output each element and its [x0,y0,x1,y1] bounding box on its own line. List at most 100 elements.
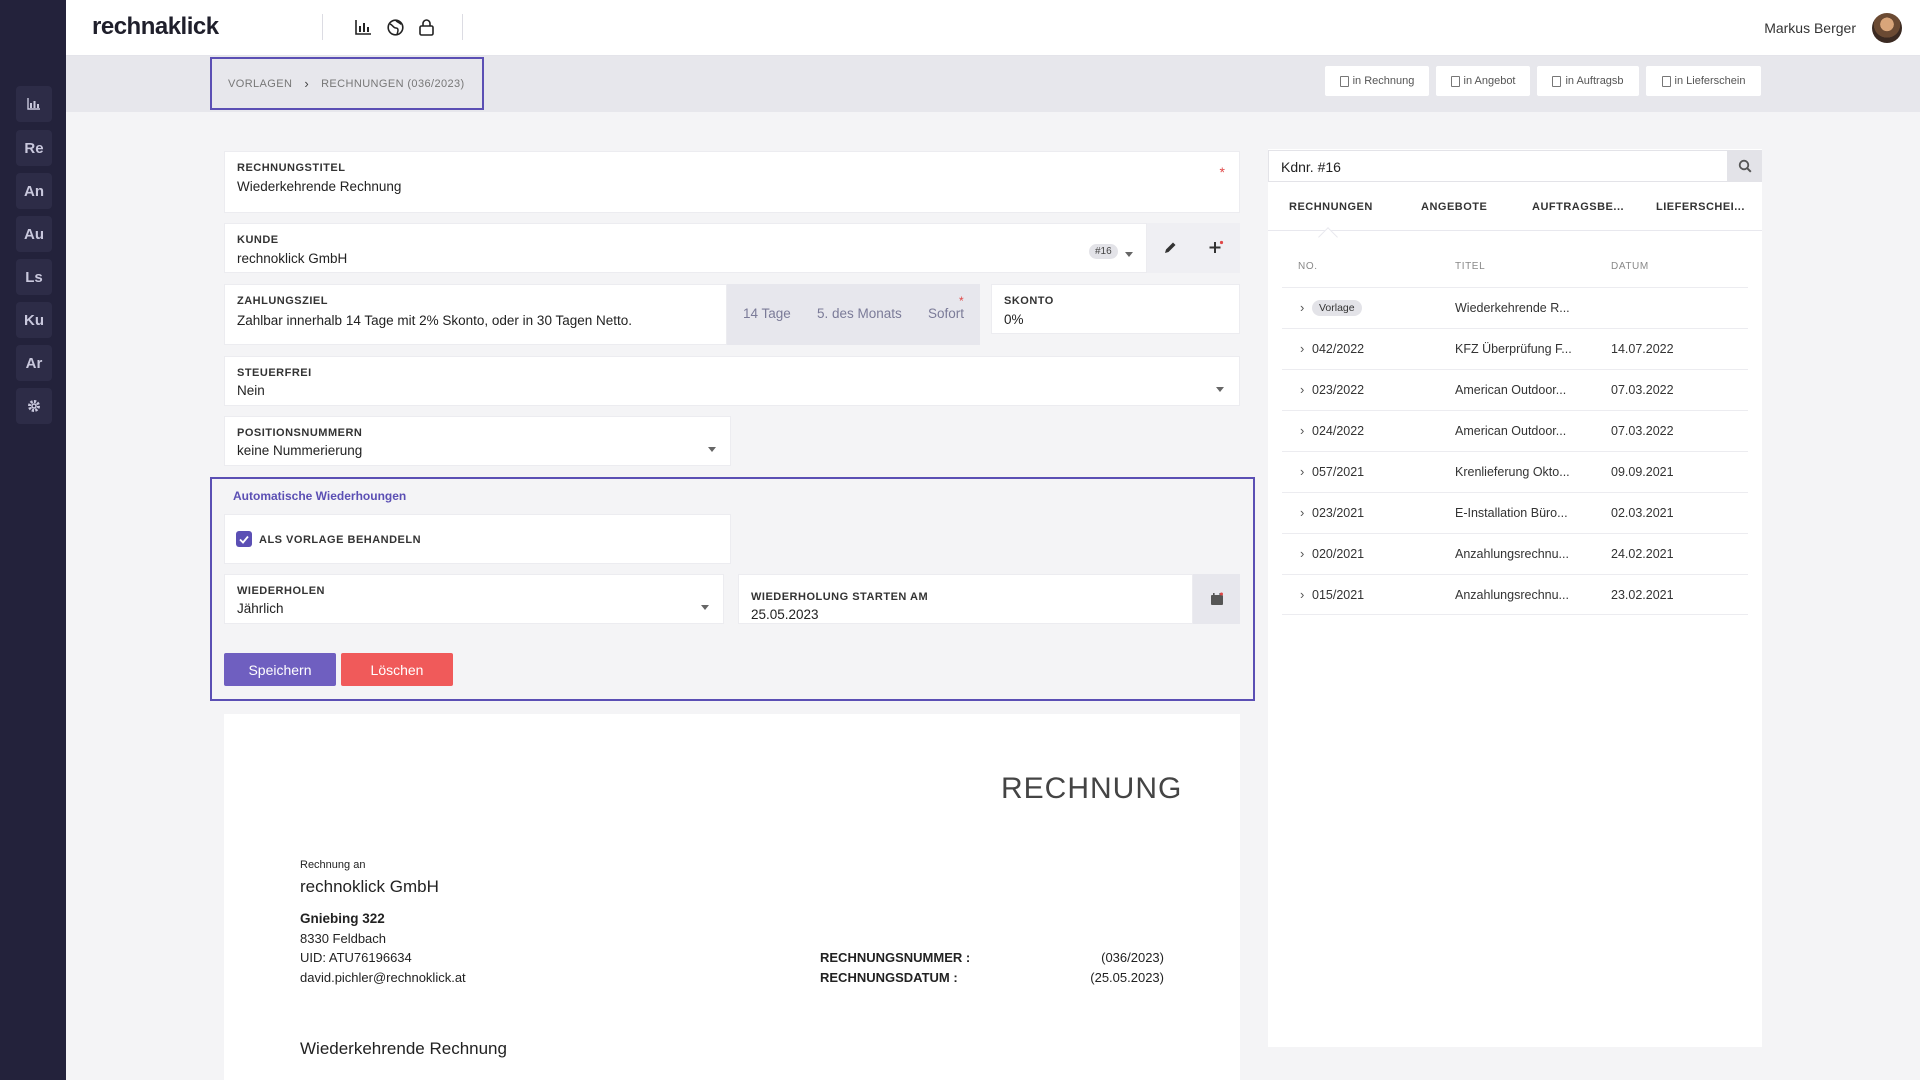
sidebar-item-lieferscheine[interactable]: Ls [16,259,52,295]
template-checkbox[interactable] [236,531,252,547]
position-numbers-select[interactable]: POSITIONSNUMMERN keine Nummerierung [224,416,731,466]
template-checkbox-label[interactable]: ALS VORLAGE BEHANDELN [259,534,421,546]
edit-customer-button[interactable] [1147,223,1192,273]
tab-lieferscheine[interactable]: LIEFERSCHEI... [1656,201,1745,213]
invoice-heading: RECHNUNG [1001,772,1183,805]
chevron-down-icon[interactable] [1125,252,1133,257]
row-number: 023/2022 [1312,383,1365,397]
convert-to-lieferschein-button[interactable]: in Lieferschein [1646,66,1761,96]
lock-icon[interactable] [415,16,437,38]
avatar[interactable] [1872,13,1902,43]
button-label: in Auftragsb [1565,75,1624,87]
invoice-document-title: Wiederkehrende Rechnung [300,1039,507,1058]
table-row[interactable]: › Vorlage Wiederkehrende R... [1282,287,1748,328]
invoice-title-input[interactable]: Wiederkehrende Rechnung [237,179,401,194]
payment-terms-input[interactable]: Zahlbar innerhalb 14 Tage mit 2% Skonto,… [237,313,632,328]
table-row[interactable]: › 015/2021 Anzahlungsrechnu... 23.02.202… [1282,574,1748,615]
convert-to-rechnung-button[interactable]: in Rechnung [1325,66,1429,96]
search-button[interactable] [1728,150,1762,182]
divider [322,14,323,40]
app-logo[interactable]: rechnaklick [92,13,219,41]
add-customer-button[interactable] [1192,223,1240,273]
button-label: in Lieferschein [1674,75,1746,87]
field-label: KUNDE [237,234,279,246]
row-title: Anzahlungsrechnu... [1455,547,1569,561]
row-number: 024/2022 [1312,424,1365,438]
sidebar-item-kunden[interactable]: Ku [16,302,52,338]
tabs-divider [1268,230,1762,231]
field-label: POSITIONSNUMMERN [237,427,363,439]
repeat-interval-select[interactable]: WIEDERHOLEN Jährlich [224,574,724,624]
globe-icon[interactable] [384,16,406,38]
recipient-company: rechnoklick GmbH [300,877,439,896]
field-label: RECHNUNGSTITEL [237,162,346,174]
customer-search-input[interactable]: Kdnr. #16 [1268,150,1728,182]
invoice-preview: RECHNUNG Rechnung an rechnoklick GmbH Gn… [224,714,1240,1080]
chevron-right-icon[interactable]: › [1300,341,1304,356]
chevron-right-icon[interactable]: › [1300,587,1304,602]
convert-to-auftrag-button[interactable]: in Auftragsb [1537,66,1639,96]
user-name[interactable]: Markus Berger [1764,20,1856,36]
customer-field[interactable]: KUNDE rechnoklick GmbH #16 [224,223,1147,273]
recipient-city: 8330 Feldbach [300,931,387,946]
start-date-input[interactable]: 25.05.2023 [751,607,819,622]
row-title: Wiederkehrende R... [1455,301,1570,315]
convert-to-angebot-button[interactable]: in Angebot [1436,66,1530,96]
chevron-right-icon[interactable]: › [1300,546,1304,561]
delete-button[interactable]: Löschen [341,653,453,686]
chevron-right-icon[interactable]: › [1300,423,1304,438]
tab-auftragsbestaetigungen[interactable]: AUFTRAGSBE... [1532,201,1624,213]
tab-angebote[interactable]: ANGEBOTE [1421,201,1487,213]
customer-value[interactable]: rechnoklick GmbH [237,251,347,266]
chevron-right-icon[interactable]: › [1300,505,1304,520]
sidebar-item-artikel[interactable]: Ar [16,345,52,381]
table-row[interactable]: › 042/2022 KFZ Überprüfung F... 14.07.20… [1282,328,1748,369]
preset-sofort[interactable]: Sofort [928,306,964,321]
field-label: WIEDERHOLEN [237,585,325,597]
template-badge: Vorlage [1312,300,1362,316]
recipient-email: david.pichler@rechnoklick.at [300,970,466,985]
sidebar-item-statistics[interactable] [16,86,52,122]
table-row[interactable]: › 020/2021 Anzahlungsrechnu... 24.02.202… [1282,533,1748,574]
chevron-down-icon [1216,387,1224,392]
row-number: 057/2021 [1312,465,1365,479]
statistics-icon[interactable] [352,16,374,38]
tab-rechnungen[interactable]: RECHNUNGEN [1289,201,1373,213]
invoice-number-value: (036/2023) [1101,950,1164,965]
sidebar-item-auftraege[interactable]: Au [16,216,52,252]
chevron-right-icon[interactable]: › [1300,300,1304,315]
tax-free-value: Nein [237,383,265,398]
chevron-right-icon[interactable]: › [1300,464,1304,479]
breadcrumb: VORLAGEN › RECHNUNGEN (036/2023) [210,57,484,110]
discount-input[interactable]: 0% [1004,312,1024,327]
document-icon [1661,75,1671,87]
row-date: 14.07.2022 [1611,342,1674,356]
column-header-titel: TITEL [1455,261,1486,272]
discount-field[interactable]: SKONTO 0% [991,284,1240,334]
invoice-number-label: RECHNUNGSNUMMER : [820,950,971,965]
sidebar-item-settings[interactable] [16,388,52,424]
save-button[interactable]: Speichern [224,653,336,686]
payment-terms-field[interactable]: ZAHLUNGSZIEL Zahlbar innerhalb 14 Tage m… [224,284,727,345]
row-title: American Outdoor... [1455,424,1567,438]
start-date-field[interactable]: WIEDERHOLUNG STARTEN AM 25.05.2023 [738,574,1193,624]
chevron-right-icon[interactable]: › [1300,382,1304,397]
invoice-title-field[interactable]: RECHNUNGSTITEL Wiederkehrende Rechnung * [224,151,1240,213]
tax-free-select[interactable]: STEUERFREI Nein [224,356,1240,406]
payment-presets: 14 Tage 5. des Monats Sofort * [727,284,980,345]
date-picker-button[interactable] [1193,574,1240,624]
preset-5-des-monats[interactable]: 5. des Monats [817,306,902,321]
sidebar-item-rechnungen[interactable]: Re [16,130,52,166]
preset-14-tage[interactable]: 14 Tage [743,306,791,321]
breadcrumb-parent[interactable]: VORLAGEN [228,78,292,90]
table-row[interactable]: › 057/2021 Krenlieferung Okto... 09.09.2… [1282,451,1748,492]
table-row[interactable]: › 023/2022 American Outdoor... 07.03.202… [1282,369,1748,410]
row-number: 015/2021 [1312,588,1365,602]
row-date: 02.03.2021 [1611,506,1674,520]
plus-icon [1209,240,1224,253]
table-row[interactable]: › 024/2022 American Outdoor... 07.03.202… [1282,410,1748,451]
row-title: E-Installation Büro... [1455,506,1568,520]
sidebar-item-angebote[interactable]: An [16,173,52,209]
button-label: in Rechnung [1352,75,1415,87]
table-row[interactable]: › 023/2021 E-Installation Büro... 02.03.… [1282,492,1748,533]
